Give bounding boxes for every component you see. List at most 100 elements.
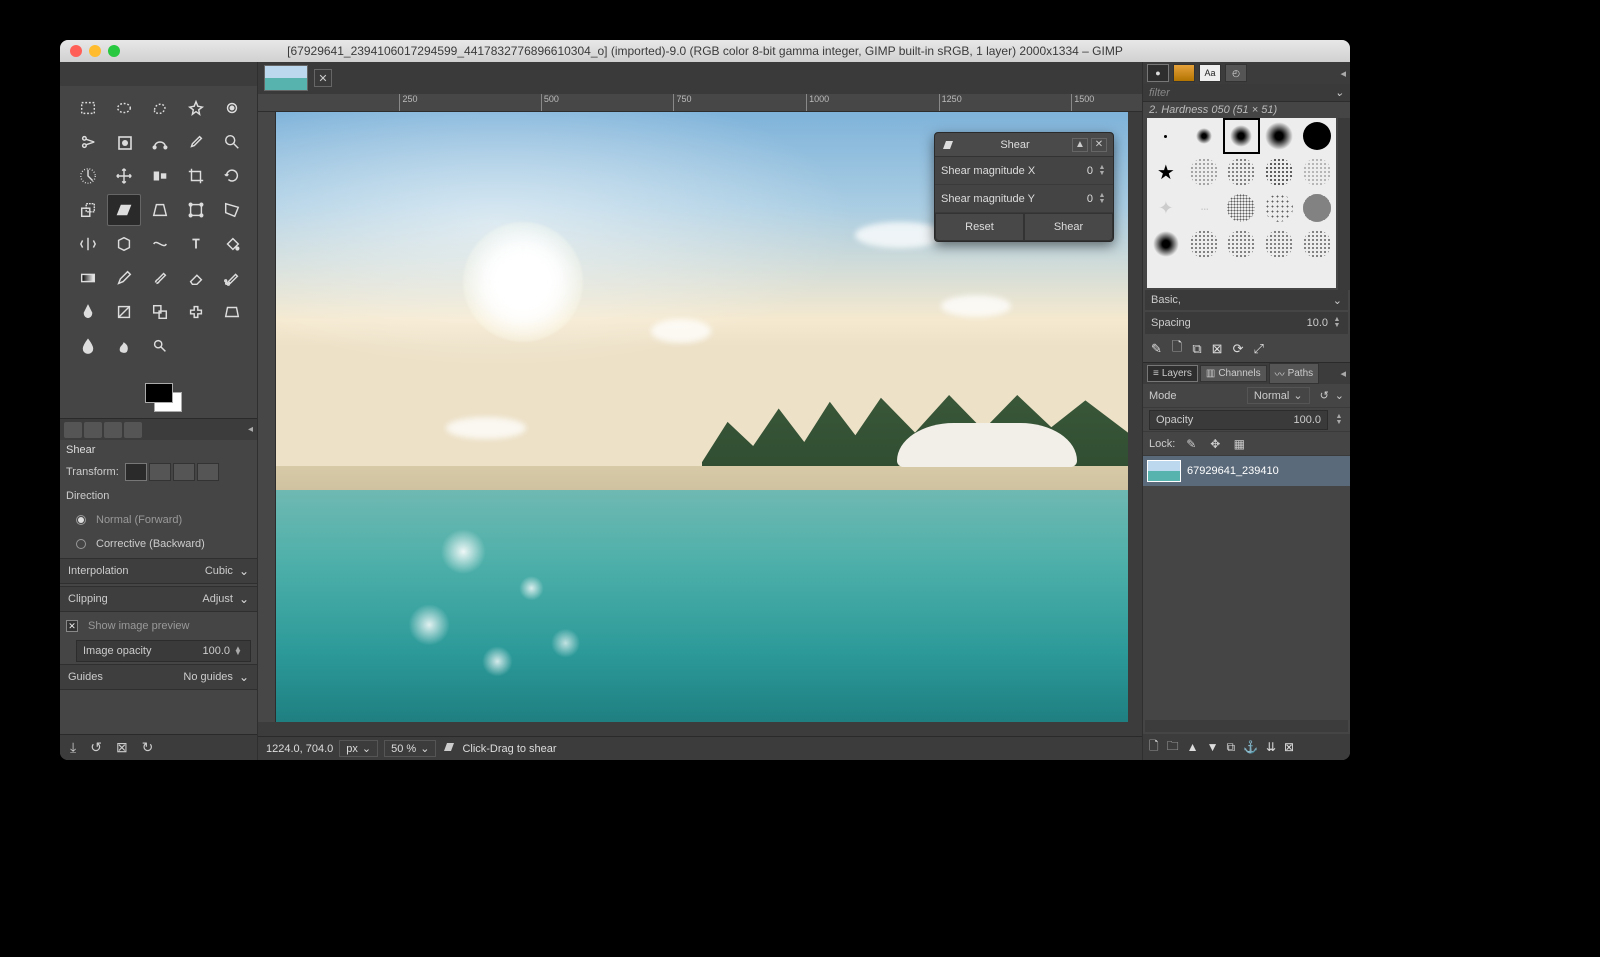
brush-item[interactable]: [1260, 190, 1298, 226]
anchor-layer-icon[interactable]: ⚓: [1243, 740, 1258, 754]
tool-ellipse-select[interactable]: [107, 92, 141, 124]
tool-zoom[interactable]: [215, 126, 249, 158]
tool-free-select[interactable]: [143, 92, 177, 124]
tool-blur[interactable]: [71, 330, 105, 362]
canvas-scrollbar-horizontal[interactable]: [272, 722, 1128, 736]
duplicate-layer-icon[interactable]: ⧉: [1226, 740, 1235, 755]
tool-pencil[interactable]: [107, 262, 141, 294]
spinner-arrows[interactable]: ▲▼: [1334, 414, 1344, 426]
tool-unified-transform[interactable]: [179, 194, 213, 226]
layer-name[interactable]: 67929641_239410: [1187, 465, 1279, 477]
tab-patterns[interactable]: [1173, 64, 1195, 82]
merge-down-icon[interactable]: ⇊: [1266, 740, 1276, 754]
layers-scrollbar[interactable]: [1145, 720, 1348, 732]
tab-layers[interactable]: ≡ Layers: [1147, 365, 1198, 382]
brush-grid[interactable]: ★ ✦ ···: [1147, 118, 1336, 288]
close-tab-button[interactable]: ✕: [314, 69, 332, 87]
guides-select[interactable]: Guides No guides ⌄: [60, 664, 257, 690]
brush-item[interactable]: [1223, 118, 1261, 154]
delete-brush-icon[interactable]: ⊠: [1212, 341, 1223, 357]
tool-paintbrush[interactable]: [143, 262, 177, 294]
mode-switch-icon[interactable]: ↺: [1320, 389, 1329, 402]
spinner-arrows[interactable]: ▲▼: [234, 647, 244, 655]
tool-shear[interactable]: [107, 194, 141, 226]
units-dropdown[interactable]: px⌄: [339, 740, 378, 757]
brush-item[interactable]: [1260, 154, 1298, 190]
interpolation-select[interactable]: Interpolation Cubic ⌄: [60, 558, 257, 584]
layer-thumbnail[interactable]: [1147, 460, 1181, 482]
layer-opacity-slider[interactable]: Opacity 100.0: [1149, 410, 1328, 430]
tool-fuzzy-select[interactable]: [179, 92, 213, 124]
shear-apply-button[interactable]: Shear: [1024, 213, 1113, 241]
spinner-arrows[interactable]: ▲▼: [1097, 165, 1107, 177]
brush-item[interactable]: [1223, 190, 1261, 226]
tool-rect-select[interactable]: [71, 92, 105, 124]
fg-bg-swatches[interactable]: [60, 368, 257, 418]
canvas[interactable]: Shear ▲ ✕ Shear magnitude X 0 ▲▼ Shear m…: [276, 112, 1128, 722]
raise-layer-icon[interactable]: ▲: [1187, 740, 1199, 754]
brush-scrollbar[interactable]: [1338, 118, 1350, 290]
brush-preset-select[interactable]: Basic, ⌄: [1145, 290, 1348, 310]
tool-color-picker[interactable]: [179, 126, 213, 158]
tool-perspective-clone[interactable]: [215, 296, 249, 328]
tool-mypaint[interactable]: [107, 296, 141, 328]
brush-item[interactable]: [1147, 118, 1185, 154]
tool-warp[interactable]: [143, 228, 177, 260]
tab-undo-history[interactable]: [104, 422, 122, 438]
tool-ink[interactable]: [71, 296, 105, 328]
tab-history[interactable]: ◴: [1225, 64, 1247, 82]
shear-y-input[interactable]: Shear magnitude Y 0 ▲▼: [935, 185, 1113, 213]
zoom-window-button[interactable]: [108, 45, 120, 57]
brush-item[interactable]: [1223, 154, 1261, 190]
tool-measure[interactable]: [71, 160, 105, 192]
tool-align[interactable]: [143, 160, 177, 192]
shear-dialog-header[interactable]: Shear ▲ ✕: [935, 133, 1113, 157]
lock-position-icon[interactable]: ✥: [1207, 436, 1223, 452]
tool-scissors[interactable]: [71, 126, 105, 158]
canvas-scrollbar-vertical[interactable]: [1128, 112, 1142, 722]
spinner-arrows[interactable]: ▲▼: [1097, 193, 1107, 205]
brush-item[interactable]: [1223, 226, 1261, 262]
tool-perspective[interactable]: [143, 194, 177, 226]
dock-menu-icon[interactable]: ◂: [248, 424, 253, 435]
shear-dialog[interactable]: Shear ▲ ✕ Shear magnitude X 0 ▲▼ Shear m…: [934, 132, 1114, 242]
clipping-select[interactable]: Clipping Adjust ⌄: [60, 586, 257, 612]
reset-button[interactable]: Reset: [935, 213, 1024, 241]
fg-color-swatch[interactable]: [145, 383, 173, 403]
transform-image[interactable]: [197, 463, 219, 481]
preview-checkbox[interactable]: ✕: [66, 620, 78, 632]
image-tab-thumbnail[interactable]: [264, 65, 308, 91]
brush-item[interactable]: [1298, 190, 1336, 226]
dock-menu-icon[interactable]: ◂: [1340, 67, 1346, 80]
save-preset-icon[interactable]: ⤓: [70, 739, 76, 756]
close-window-button[interactable]: [70, 45, 82, 57]
brush-item[interactable]: [1298, 154, 1336, 190]
tool-paths[interactable]: [143, 126, 177, 158]
duplicate-brush-icon[interactable]: ⧉: [1192, 341, 1201, 357]
tab-tool-options[interactable]: [64, 422, 82, 438]
tool-flip[interactable]: [71, 228, 105, 260]
brush-item[interactable]: [1260, 118, 1298, 154]
brush-item[interactable]: ✦: [1147, 190, 1185, 226]
layers-list[interactable]: 67929641_239410: [1143, 456, 1350, 718]
tool-gradient[interactable]: [71, 262, 105, 294]
dock-menu-icon[interactable]: ◂: [1340, 367, 1346, 380]
tab-channels[interactable]: ▥ Channels: [1200, 365, 1267, 382]
lock-pixels-icon[interactable]: ✎: [1183, 436, 1199, 452]
tool-move[interactable]: [107, 160, 141, 192]
tab-device-status[interactable]: [84, 422, 102, 438]
close-dialog-button[interactable]: ✕: [1091, 138, 1107, 152]
tool-scale[interactable]: [71, 194, 105, 226]
brush-filter[interactable]: filter ⌄: [1143, 84, 1350, 102]
delete-layer-icon[interactable]: ⊠: [1284, 740, 1294, 754]
new-layer-icon[interactable]: 🗋: [1149, 737, 1159, 758]
brush-item[interactable]: [1147, 226, 1185, 262]
tool-text[interactable]: [179, 228, 213, 260]
direction-corrective-radio[interactable]: [76, 539, 86, 549]
tool-cage[interactable]: [107, 228, 141, 260]
transform-selection[interactable]: [149, 463, 171, 481]
new-group-icon[interactable]: 🗀: [1167, 737, 1179, 758]
lock-alpha-icon[interactable]: ▦: [1231, 436, 1247, 452]
brush-spacing-slider[interactable]: Spacing 10.0 ▲▼: [1145, 312, 1348, 334]
brush-item[interactable]: [1298, 226, 1336, 262]
